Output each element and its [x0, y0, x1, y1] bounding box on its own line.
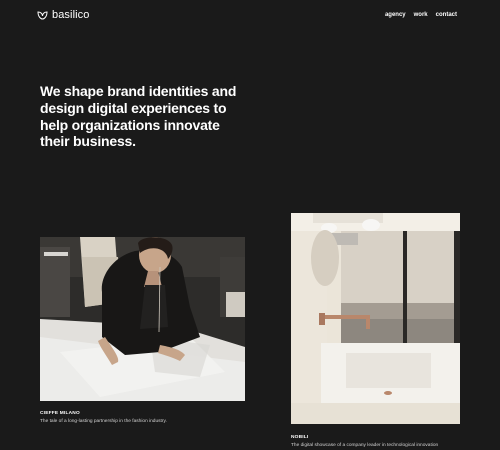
nav-contact[interactable]: contact — [436, 12, 457, 18]
nav-work[interactable]: work — [414, 12, 428, 18]
project-description: The tale of a long-lasting partnership i… — [40, 419, 167, 424]
site-header: basilico agency work contact — [0, 0, 500, 32]
project-card-cieffe[interactable]: CIEFFE MILANO The tale of a long-lasting… — [40, 237, 245, 424]
hero-headline: We shape brand identities and design dig… — [40, 83, 237, 150]
project-title[interactable]: NOBILI — [291, 435, 460, 440]
brand-name: basilico — [52, 9, 90, 21]
project-image-nobili[interactable] — [291, 213, 460, 424]
bathroom-photo — [291, 213, 460, 424]
nav-agency[interactable]: agency — [385, 12, 406, 18]
project-title[interactable]: CIEFFE MILANO — [40, 411, 245, 416]
main-nav: agency work contact — [385, 12, 457, 18]
project-description: The digital showcase of a company leader… — [291, 443, 439, 448]
project-image-cieffe[interactable] — [40, 237, 245, 401]
project-card-nobili[interactable]: NOBILI The digital showcase of a company… — [291, 213, 460, 448]
tailor-photo — [40, 237, 245, 401]
logo[interactable]: basilico — [37, 9, 90, 21]
basil-leaf-icon — [37, 10, 48, 20]
